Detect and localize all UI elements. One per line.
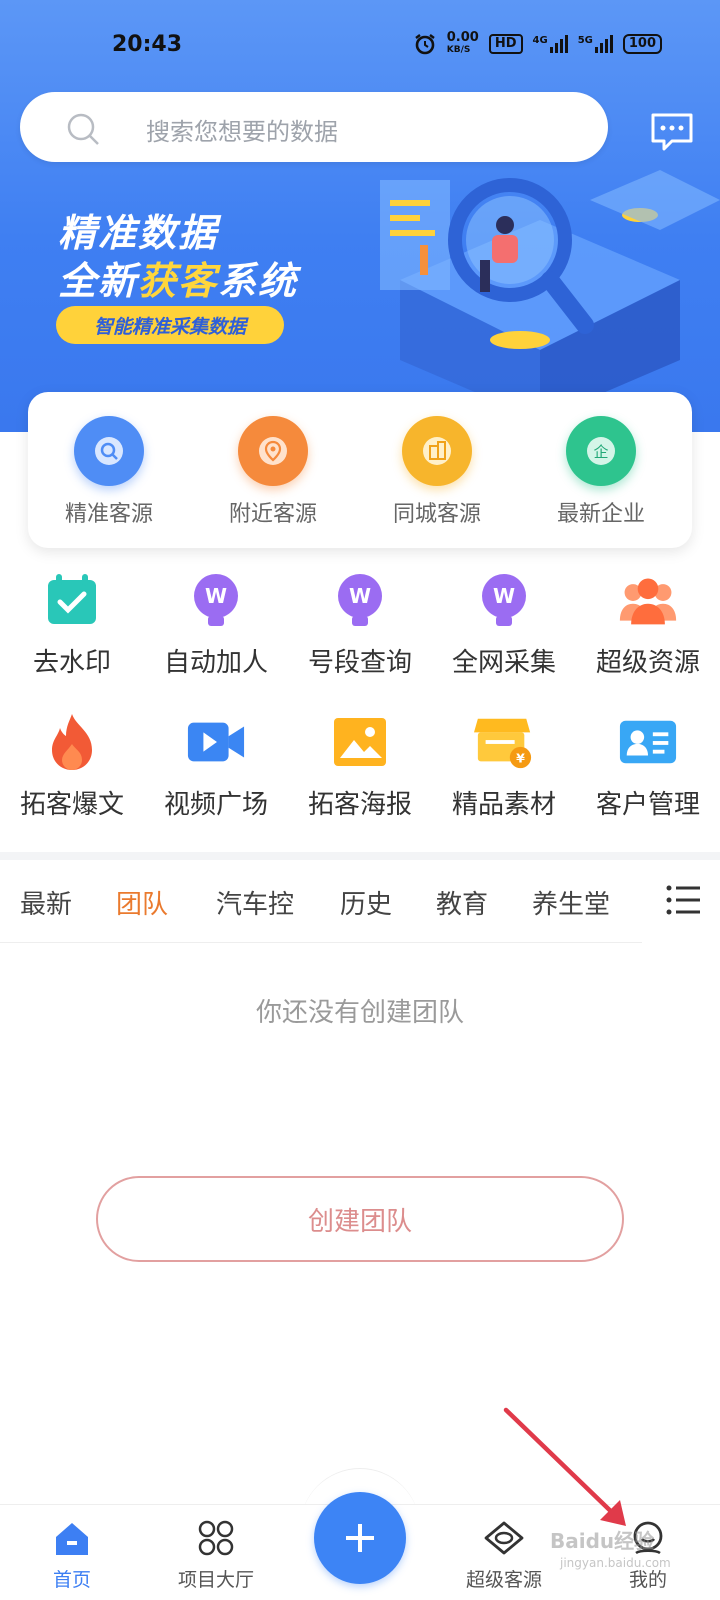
w-bulb-icon: W	[186, 570, 246, 630]
search-input[interactable]: 搜索您想要的数据	[20, 92, 608, 162]
w-bulb-icon: W	[330, 570, 390, 630]
svg-text:¥: ¥	[516, 750, 525, 765]
signal-5g: 5G	[578, 35, 613, 53]
contact-card-icon	[618, 712, 678, 772]
header-banner: 20:43 0.00 KB/S HD 4G 5G 100 搜索您想要的数据 精准…	[0, 0, 720, 432]
calendar-check-icon	[42, 570, 102, 630]
svg-text:W: W	[349, 584, 371, 608]
watermark-url: jingyan.baidu.com	[560, 1556, 671, 1570]
tab-car[interactable]: 汽车控	[216, 884, 294, 921]
plus-icon	[346, 1524, 374, 1552]
tool-lead-poster[interactable]: 拓客海报	[288, 712, 432, 821]
building-icon	[402, 416, 472, 486]
tool-remove-watermark[interactable]: 去水印	[0, 570, 144, 679]
status-time: 20:43	[112, 32, 183, 57]
tool-video-square[interactable]: 视频广场	[144, 712, 288, 821]
category-tabs: 最新 团队 汽车控 历史 教育 养生堂	[0, 866, 720, 938]
create-team-button[interactable]: 创建团队	[96, 1176, 624, 1262]
tool-super-resources[interactable]: 超级资源	[576, 570, 720, 679]
search-placeholder: 搜索您想要的数据	[146, 118, 338, 146]
quick-nearby-leads[interactable]: 附近客源	[198, 416, 348, 528]
tabs-underline	[0, 942, 642, 943]
people-group-icon	[618, 570, 678, 630]
svg-text:W: W	[205, 584, 227, 608]
signal-bars-icon	[594, 35, 613, 53]
tool-web-collect[interactable]: W 全网采集	[432, 570, 576, 679]
store-coin-icon: ¥	[474, 712, 534, 772]
enterprise-icon: 企	[566, 416, 636, 486]
tab-latest[interactable]: 最新	[20, 884, 72, 921]
tab-education[interactable]: 教育	[436, 884, 488, 921]
quick-precise-leads[interactable]: 精准客源	[34, 416, 184, 528]
tab-team[interactable]: 团队	[116, 884, 168, 921]
image-icon	[330, 712, 390, 772]
banner-subtitle: 全新获客系统	[58, 259, 299, 303]
watermark: Baidu经验	[550, 1529, 655, 1553]
tool-auto-add[interactable]: W 自动加人	[144, 570, 288, 679]
search-icon	[67, 113, 99, 145]
grid-icon	[198, 1520, 234, 1556]
quick-actions-card: 精准客源 附近客源 同城客源 企 最新企业	[28, 392, 692, 548]
svg-text:企: 企	[593, 443, 608, 461]
home-icon	[56, 1523, 88, 1555]
quick-same-city-leads[interactable]: 同城客源	[362, 416, 512, 528]
svg-text:W: W	[493, 584, 515, 608]
add-button[interactable]	[314, 1492, 406, 1584]
location-pin-icon	[238, 416, 308, 486]
banner-title: 精准数据	[58, 211, 219, 255]
nav-home[interactable]: 首页	[12, 1519, 132, 1592]
tool-viral-articles[interactable]: 拓客爆文	[0, 712, 144, 821]
tab-health[interactable]: 养生堂	[532, 884, 610, 921]
tool-number-lookup[interactable]: W 号段查询	[288, 570, 432, 679]
annotation-arrow-icon	[503, 1407, 626, 1526]
nav-projects[interactable]: 项目大厅	[156, 1519, 276, 1592]
menu-list-icon[interactable]	[666, 884, 702, 916]
message-icon[interactable]	[650, 112, 694, 152]
empty-state-message: 你还没有创建团队	[255, 998, 464, 1028]
signal-4g: 4G	[533, 35, 568, 53]
banner-illustration	[380, 170, 720, 420]
tool-premium-materials[interactable]: ¥ 精品素材	[432, 712, 576, 821]
flame-icon	[42, 712, 102, 772]
quick-new-enterprises[interactable]: 企 最新企业	[526, 416, 676, 528]
hd-badge: HD	[488, 34, 523, 54]
tool-customer-management[interactable]: 客户管理	[576, 712, 720, 821]
section-divider	[0, 852, 720, 860]
signal-bars-icon	[549, 35, 568, 53]
net-speed: 0.00 KB/S	[446, 30, 479, 55]
video-camera-icon	[186, 712, 246, 772]
search-icon	[74, 416, 144, 486]
w-bulb-icon: W	[474, 570, 534, 630]
status-bar: 20:43 0.00 KB/S HD 4G 5G 100	[0, 22, 720, 72]
status-icons: 0.00 KB/S HD 4G 5G 100	[413, 30, 662, 56]
banner-tag[interactable]: 智能精准采集数据	[56, 306, 284, 344]
tab-history[interactable]: 历史	[340, 884, 392, 921]
battery-icon: 100	[622, 34, 662, 54]
alarm-icon	[415, 34, 435, 55]
